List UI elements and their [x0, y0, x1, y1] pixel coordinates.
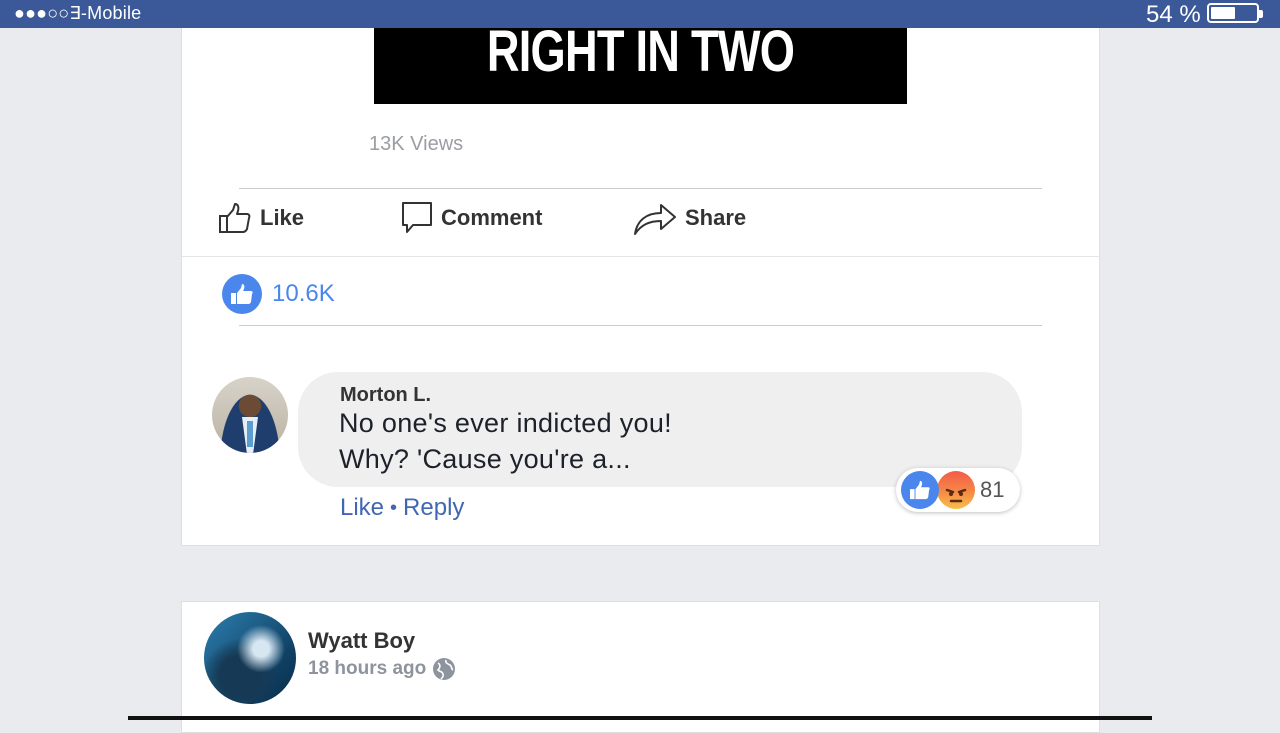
- angry-reaction-icon: [937, 471, 975, 509]
- like-button[interactable]: Like: [218, 193, 304, 243]
- avatar[interactable]: [212, 377, 288, 453]
- reaction-count: 81: [980, 477, 1005, 502]
- likes-count: 10.6K: [272, 280, 335, 307]
- divider: [182, 256, 1099, 257]
- bottom-edge: [128, 716, 1152, 720]
- comment-text-line: No one's ever indicted you!: [339, 408, 672, 438]
- comment-actions: Like • Reply: [340, 494, 464, 522]
- divider: [239, 188, 1042, 189]
- post-timestamp[interactable]: 18 hours ago: [308, 657, 456, 681]
- battery-percent: 54 %: [1146, 1, 1201, 28]
- comment-label: Comment: [441, 205, 543, 230]
- video-thumbnail[interactable]: RIGHT IN TWO: [374, 19, 907, 104]
- next-post-card: Wyatt Boy 18 hours ago: [181, 601, 1100, 733]
- comment-icon: [402, 202, 432, 233]
- like-label: Like: [260, 205, 305, 230]
- view-count: 13K Views: [369, 133, 464, 155]
- avatar[interactable]: [204, 612, 296, 704]
- globe-icon: [433, 658, 456, 680]
- comment-reply-link[interactable]: Reply: [403, 494, 464, 522]
- video-caption: RIGHT IN TWO: [486, 19, 795, 84]
- share-label: Share: [685, 205, 747, 230]
- likes-summary[interactable]: 10.6K: [222, 274, 335, 314]
- comment-like-link[interactable]: Like: [340, 494, 384, 522]
- post-actions: Like Comment Share: [182, 193, 1099, 253]
- comment-reactions[interactable]: 81: [896, 468, 1020, 512]
- share-button[interactable]: Share: [633, 193, 746, 243]
- post-author[interactable]: Wyatt Boy: [308, 628, 415, 654]
- comment-text-line: Why? 'Cause you're a...: [339, 444, 631, 474]
- carrier-label: ●●●○○∃-Mobile: [14, 3, 142, 23]
- share-icon: [634, 204, 676, 235]
- divider: [239, 325, 1042, 326]
- like-reaction-icon: [222, 274, 262, 314]
- like-reaction-icon: [901, 471, 939, 509]
- post-card: RIGHT IN TWO 13K Views Like Comment Shar…: [181, 19, 1100, 546]
- separator-dot: •: [390, 496, 398, 519]
- comment-author[interactable]: Morton L.: [340, 384, 431, 407]
- timestamp-text: 18 hours ago: [308, 658, 427, 679]
- battery-icon: [1207, 3, 1263, 23]
- comment-button[interactable]: Comment: [401, 193, 542, 243]
- thumbs-up-icon: [219, 203, 251, 233]
